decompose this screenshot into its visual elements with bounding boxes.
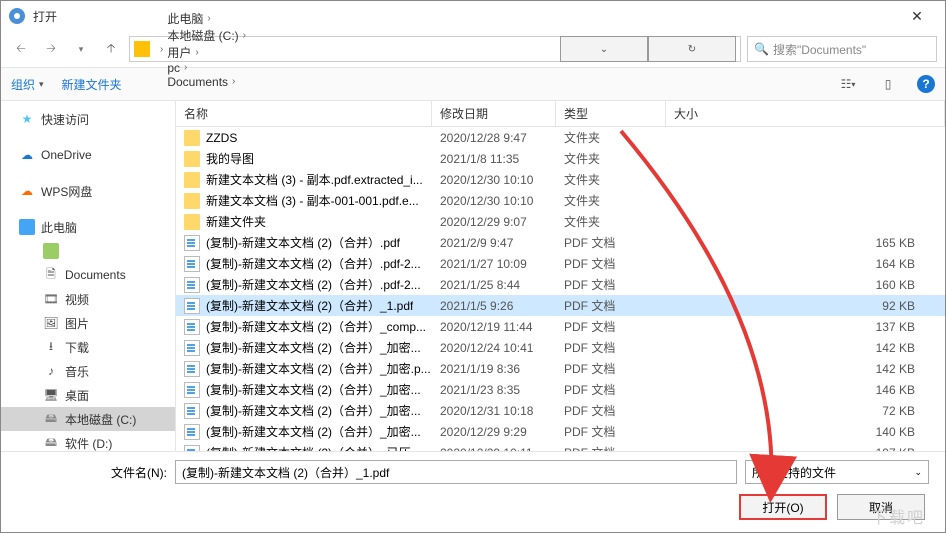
- window-title: 打开: [33, 8, 897, 25]
- star-icon: ★: [19, 111, 35, 127]
- column-date[interactable]: 修改日期: [432, 101, 556, 126]
- table-row[interactable]: 新建文本文档 (3) - 副本.pdf.extracted_i...2020/1…: [176, 169, 945, 190]
- breadcrumb-item[interactable]: 用户›: [167, 44, 250, 61]
- close-icon[interactable]: ✕: [897, 8, 937, 25]
- drive-icon: 🖴: [43, 411, 59, 427]
- library-icon: [43, 243, 59, 259]
- help-icon[interactable]: ?: [917, 75, 935, 93]
- document-icon: 🗎: [43, 267, 59, 283]
- sidebar-item-documents[interactable]: 🗎Documents: [1, 263, 175, 287]
- pdf-icon: [184, 340, 200, 356]
- sidebar-item-desktop[interactable]: 🖥桌面: [1, 383, 175, 407]
- pdf-icon: [184, 298, 200, 314]
- table-row[interactable]: (复制)-新建文本文档 (2)（合并）.pdf-2...2021/1/27 10…: [176, 253, 945, 274]
- nav-up-icon[interactable]: 🡡: [99, 37, 123, 61]
- pdf-icon: [184, 361, 200, 377]
- table-row[interactable]: (复制)-新建文本文档 (2)（合并）_加密...2020/12/24 10:4…: [176, 337, 945, 358]
- filename-label: 文件名(N):: [17, 464, 167, 481]
- column-headers[interactable]: 名称 修改日期 类型 大小: [176, 101, 945, 127]
- table-row[interactable]: 新建文件夹2020/12/29 9:07文件夹: [176, 211, 945, 232]
- table-row[interactable]: 我的导图2021/1/8 11:35文件夹: [176, 148, 945, 169]
- organize-button[interactable]: 组织 ▾: [11, 76, 44, 93]
- breadcrumb-item[interactable]: Documents›: [167, 75, 250, 89]
- chevron-down-icon[interactable]: ▾: [69, 37, 93, 61]
- sidebar: ★快速访问 ☁OneDrive ☁WPS网盘 此电脑 🗎Documents 🎞视…: [1, 101, 176, 451]
- search-input[interactable]: 🔍 搜索"Documents": [747, 36, 937, 62]
- table-row[interactable]: (复制)-新建文本文档 (2)（合并）_加密.p...2021/1/19 8:3…: [176, 358, 945, 379]
- new-folder-button[interactable]: 新建文件夹: [62, 76, 122, 93]
- breadcrumb-item[interactable]: 此电脑›: [167, 10, 250, 27]
- file-list: ZZDS2020/12/28 9:47文件夹我的导图2021/1/8 11:35…: [176, 127, 945, 451]
- music-icon: ♪: [43, 363, 59, 379]
- preview-pane-icon[interactable]: ▯: [877, 73, 899, 95]
- table-row[interactable]: (复制)-新建文本文档 (2)（合并）_加密...2020/12/29 9:29…: [176, 421, 945, 442]
- table-row[interactable]: 新建文本文档 (3) - 副本-001-001.pdf.e...2020/12/…: [176, 190, 945, 211]
- refresh-icon[interactable]: ↻: [648, 36, 736, 62]
- pdf-icon: [184, 403, 200, 419]
- table-row[interactable]: (复制)-新建文本文档 (2)（合并）.pdf2021/2/9 9:47PDF …: [176, 232, 945, 253]
- filename-input[interactable]: [175, 460, 737, 484]
- pdf-icon: [184, 256, 200, 272]
- nav-forward-icon[interactable]: 🡢: [39, 37, 63, 61]
- folder-icon: [184, 193, 200, 209]
- pdf-icon: [184, 382, 200, 398]
- chevron-down-icon: ⌄: [914, 467, 922, 478]
- sidebar-item-onedrive[interactable]: ☁OneDrive: [1, 143, 175, 167]
- nav-back-icon[interactable]: 🡠: [9, 37, 33, 61]
- file-type-filter[interactable]: 所有支持的文件⌄: [745, 460, 929, 484]
- folder-icon: [184, 214, 200, 230]
- address-bar[interactable]: › 此电脑›本地磁盘 (C:)›用户›pc›Documents› ⌄ ↻: [129, 36, 741, 62]
- open-button[interactable]: 打开(O): [739, 494, 827, 520]
- sidebar-item-music[interactable]: ♪音乐: [1, 359, 175, 383]
- pdf-icon: [184, 235, 200, 251]
- sidebar-item-thispc[interactable]: 此电脑: [1, 215, 175, 239]
- sidebar-item-video[interactable]: 🎞视频: [1, 287, 175, 311]
- breadcrumb-item[interactable]: 本地磁盘 (C:)›: [167, 27, 250, 44]
- download-icon: ⭳: [43, 339, 59, 355]
- folder-icon: [184, 172, 200, 188]
- cancel-button[interactable]: 取消: [837, 494, 925, 520]
- sidebar-item-drive-d[interactable]: 🖴软件 (D:): [1, 431, 175, 451]
- table-row[interactable]: (复制)-新建文本文档 (2)（合并）_1.pdf2021/1/5 9:26PD…: [176, 295, 945, 316]
- cloud-icon: ☁: [19, 147, 35, 163]
- pc-icon: [19, 219, 35, 235]
- pdf-icon: [184, 424, 200, 440]
- sidebar-item-drive-c[interactable]: 🖴本地磁盘 (C:): [1, 407, 175, 431]
- table-row[interactable]: (复制)-新建文本文档 (2)（合并）_加密...2020/12/31 10:1…: [176, 400, 945, 421]
- drive-icon: 🖴: [43, 435, 59, 451]
- sidebar-item-downloads[interactable]: ⭳下载: [1, 335, 175, 359]
- folder-icon: [184, 151, 200, 167]
- pdf-icon: [184, 277, 200, 293]
- picture-icon: 🖼: [43, 315, 59, 331]
- app-icon: [9, 8, 25, 24]
- sidebar-item-pictures[interactable]: 🖼图片: [1, 311, 175, 335]
- folder-icon: [184, 130, 200, 146]
- sidebar-item-lib[interactable]: [1, 239, 175, 263]
- sidebar-item-wps[interactable]: ☁WPS网盘: [1, 179, 175, 203]
- column-size[interactable]: 大小: [666, 101, 945, 126]
- table-row[interactable]: ZZDS2020/12/28 9:47文件夹: [176, 127, 945, 148]
- pdf-icon: [184, 319, 200, 335]
- video-icon: 🎞: [43, 291, 59, 307]
- desktop-icon: 🖥: [43, 387, 59, 403]
- table-row[interactable]: (复制)-新建文本文档 (2)（合并）_comp...2020/12/19 11…: [176, 316, 945, 337]
- cloud-icon: ☁: [19, 183, 35, 199]
- view-icon[interactable]: ☷ ▾: [837, 73, 859, 95]
- column-name[interactable]: 名称: [176, 101, 432, 126]
- chevron-down-icon[interactable]: ⌄: [560, 36, 648, 62]
- sidebar-item-quick[interactable]: ★快速访问: [1, 107, 175, 131]
- table-row[interactable]: (复制)-新建文本文档 (2)（合并）_已压缩...2020/12/29 10:…: [176, 442, 945, 451]
- table-row[interactable]: (复制)-新建文本文档 (2)（合并）_加密...2021/1/23 8:35P…: [176, 379, 945, 400]
- breadcrumb-item[interactable]: pc›: [167, 61, 250, 75]
- column-type[interactable]: 类型: [556, 101, 666, 126]
- folder-icon: [134, 41, 150, 57]
- search-icon: 🔍: [754, 42, 769, 56]
- table-row[interactable]: (复制)-新建文本文档 (2)（合并）.pdf-2...2021/1/25 8:…: [176, 274, 945, 295]
